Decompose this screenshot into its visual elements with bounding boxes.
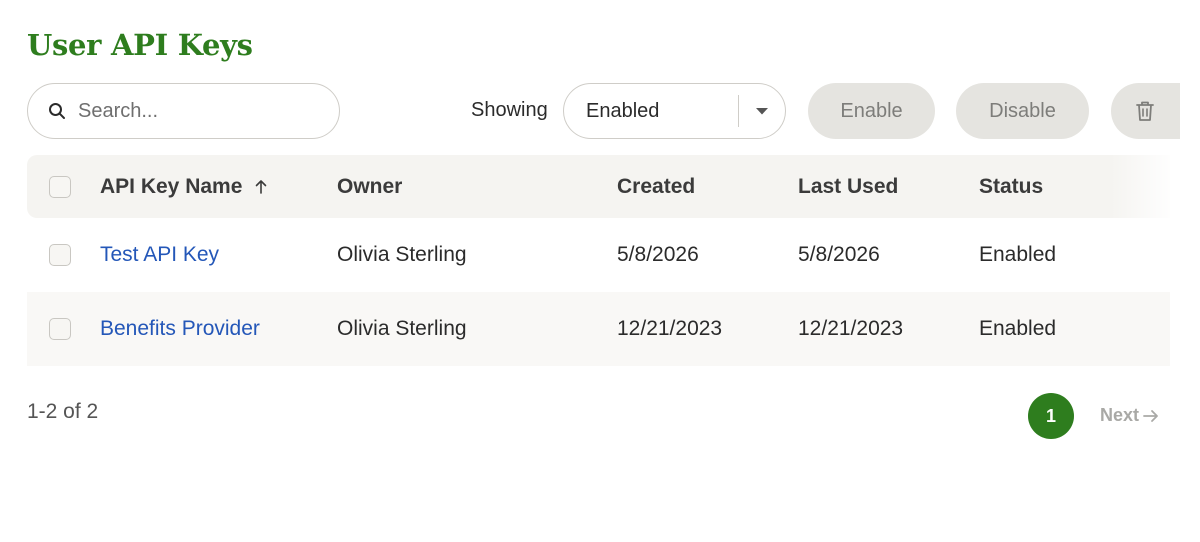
- last-used-cell: 5/8/2026: [798, 243, 880, 266]
- enable-button[interactable]: Enable: [808, 83, 935, 139]
- sort-ascending-icon[interactable]: [254, 179, 268, 195]
- status-filter-value: Enabled: [586, 99, 660, 122]
- arrow-right-icon: [1143, 409, 1159, 423]
- api-key-name-link[interactable]: Test API Key: [100, 218, 219, 292]
- table-header: API Key Name Owner Created Last Used Sta…: [27, 155, 1170, 218]
- status-filter-select[interactable]: Enabled: [563, 83, 786, 139]
- disable-button[interactable]: Disable: [956, 83, 1089, 139]
- api-keys-table: API Key Name Owner Created Last Used Sta…: [27, 155, 1170, 366]
- page-button-current[interactable]: 1: [1028, 393, 1074, 439]
- table-row[interactable]: Benefits Provider Olivia Sterling 12/21/…: [27, 292, 1170, 366]
- column-header-owner[interactable]: Owner: [337, 155, 402, 218]
- row-checkbox[interactable]: [49, 318, 71, 340]
- next-label: Next: [1100, 405, 1140, 425]
- created-cell: 5/8/2026: [617, 243, 699, 266]
- next-page-button[interactable]: Next: [1100, 405, 1159, 426]
- search-icon: [48, 102, 66, 120]
- row-checkbox[interactable]: [49, 244, 71, 266]
- status-cell: Enabled: [979, 243, 1057, 266]
- table-row[interactable]: Test API Key Olivia Sterling 5/8/2026 5/…: [27, 218, 1170, 292]
- showing-label: Showing: [471, 99, 548, 121]
- trash-icon: [1135, 100, 1155, 122]
- owner-cell: Olivia Sterling: [337, 243, 467, 266]
- status-cell: Enabled: [979, 317, 1057, 340]
- owner-cell: Olivia Sterling: [337, 317, 467, 340]
- header-fade: [1110, 155, 1170, 218]
- search-input[interactable]: [78, 99, 318, 123]
- column-header-last-used[interactable]: Last Used: [798, 155, 898, 218]
- delete-button[interactable]: [1111, 83, 1180, 139]
- column-header-name[interactable]: API Key Name: [100, 155, 268, 218]
- page-title: User API Keys: [27, 28, 253, 62]
- select-all-checkbox[interactable]: [49, 175, 71, 198]
- chevron-down-icon[interactable]: [739, 107, 785, 116]
- last-used-cell: 12/21/2023: [798, 317, 904, 340]
- pagination-range: 1-2 of 2: [27, 400, 99, 423]
- column-header-status[interactable]: Status: [979, 155, 1043, 218]
- api-key-name-link[interactable]: Benefits Provider: [100, 292, 260, 366]
- search-box[interactable]: [27, 83, 340, 139]
- created-cell: 12/21/2023: [617, 317, 723, 340]
- column-header-created[interactable]: Created: [617, 155, 695, 218]
